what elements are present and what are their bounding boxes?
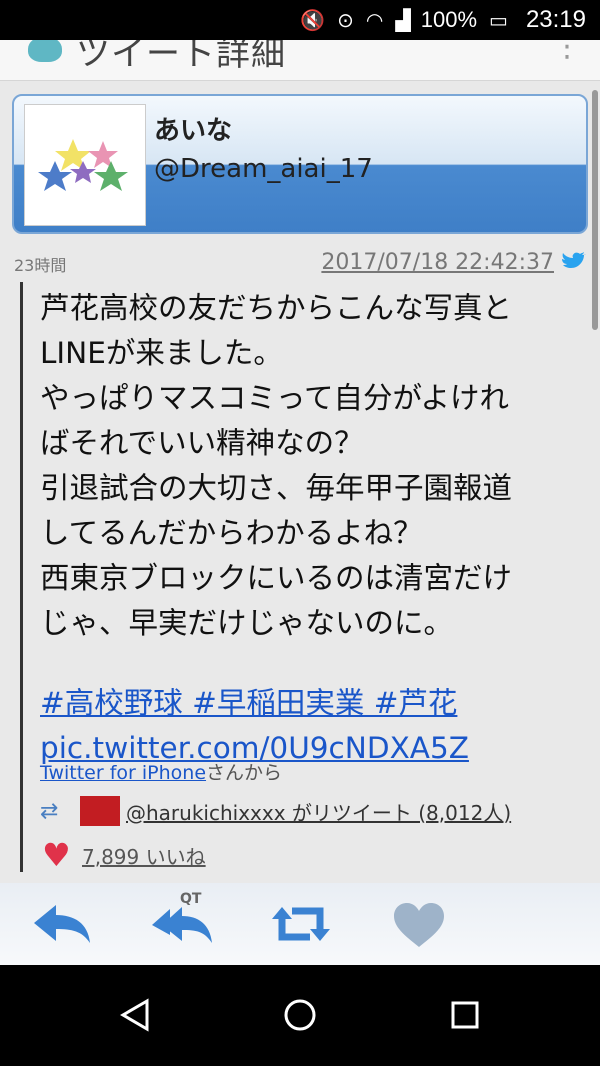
- retweet-icon: [272, 907, 330, 941]
- app-logo-icon[interactable]: [28, 40, 62, 62]
- qt-label: QT: [180, 891, 202, 907]
- reply-icon: [34, 905, 90, 943]
- source-suffix: さんから: [206, 762, 283, 784]
- home-button[interactable]: [280, 995, 320, 1035]
- reply-button[interactable]: [28, 897, 98, 951]
- mute-icon: 🔇: [300, 9, 326, 32]
- voicemail-icon: ⊙: [337, 9, 354, 32]
- profile-name: あいな: [154, 116, 233, 146]
- twitter-bird-icon: [562, 252, 586, 268]
- back-button[interactable]: [115, 995, 155, 1035]
- overflow-menu-icon[interactable]: ⋮: [552, 40, 582, 62]
- tweet-body: 芦花高校の友だちからこんな写真と LINEが来ました。 やっぱりマスコミって自分…: [40, 286, 590, 771]
- title-bar: ツイート詳細 ⋮: [0, 40, 600, 81]
- tweet-age: 23時間: [14, 256, 67, 275]
- scrollbar[interactable]: [592, 90, 598, 330]
- wifi-icon: ◠: [365, 9, 384, 32]
- tweet-line: やっぱりマスコミって自分がよけれ: [40, 381, 510, 415]
- profile-card[interactable]: あいな @Dream_aiai_17: [12, 94, 588, 234]
- tweet-quote-rule: [20, 282, 23, 872]
- avatar-stars-icon: [38, 139, 128, 191]
- retweeter-avatar: [80, 796, 120, 826]
- recent-square-icon: [451, 1001, 479, 1029]
- hashtag-links[interactable]: #高校野球 #早稲田実業 #芦花: [40, 681, 590, 726]
- status-bar: 🔇 ⊙ ◠ ▟ 100% ▭ 23:19: [0, 0, 600, 40]
- favorite-button[interactable]: [384, 897, 454, 951]
- battery-percent: 100%: [420, 7, 478, 32]
- tweet-timestamp[interactable]: 2017/07/18 22:42:37: [321, 250, 554, 275]
- home-circle-icon: [284, 999, 316, 1031]
- android-nav-bar: [0, 965, 600, 1066]
- retweet-button[interactable]: [266, 897, 336, 951]
- battery-icon: ▭: [489, 9, 508, 32]
- source-app-link[interactable]: Twitter for iPhone: [40, 762, 206, 784]
- retweet-info[interactable]: ⇄ @harukichixxxx がリツイート (8,012人): [40, 794, 511, 828]
- app-screen: ツイート詳細 ⋮ あいな @Dream_aiai_17 23時間 2017/07…: [0, 40, 600, 965]
- like-info[interactable]: ♥ 7,899 いいね: [42, 836, 206, 874]
- tweet-line: してるんだからわかるよね？: [40, 516, 423, 550]
- tweet-line: LINEが来ました。: [40, 336, 283, 370]
- page-title: ツイート詳細: [76, 40, 286, 74]
- quote-tweet-button[interactable]: QT: [148, 891, 218, 951]
- tweet-line: ばそれでいい精神なの？: [40, 426, 364, 460]
- signal-icon: ▟: [395, 9, 411, 32]
- like-count-text[interactable]: 7,899 いいね: [82, 841, 206, 870]
- tweet-line: 引退試合の大切さ、毎年甲子園報道: [40, 471, 513, 505]
- avatar[interactable]: [24, 104, 146, 226]
- retweet-count-text[interactable]: @harukichixxxx がリツイート (8,012人): [126, 797, 511, 826]
- retweet-small-icon: ⇄: [40, 798, 59, 824]
- recent-apps-button[interactable]: [445, 995, 485, 1035]
- back-triangle-icon: [120, 998, 149, 1032]
- heart-icon: ♥: [42, 836, 71, 874]
- profile-handle: @Dream_aiai_17: [154, 154, 373, 184]
- action-bar: QT: [0, 883, 600, 965]
- tweet-line: 西東京ブロックにいるのは清宮だけ: [40, 561, 513, 595]
- tweet-line: じゃ、早実だけじゃないのに。: [40, 606, 454, 640]
- tweet-source: Twitter for iPhoneさんから: [40, 758, 282, 785]
- tweet-meta: 23時間 2017/07/18 22:42:37: [14, 250, 588, 278]
- tweet-line: 芦花高校の友だちからこんな写真と: [40, 291, 513, 325]
- clock: 23:19: [525, 6, 586, 33]
- favorite-heart-icon: [394, 903, 444, 947]
